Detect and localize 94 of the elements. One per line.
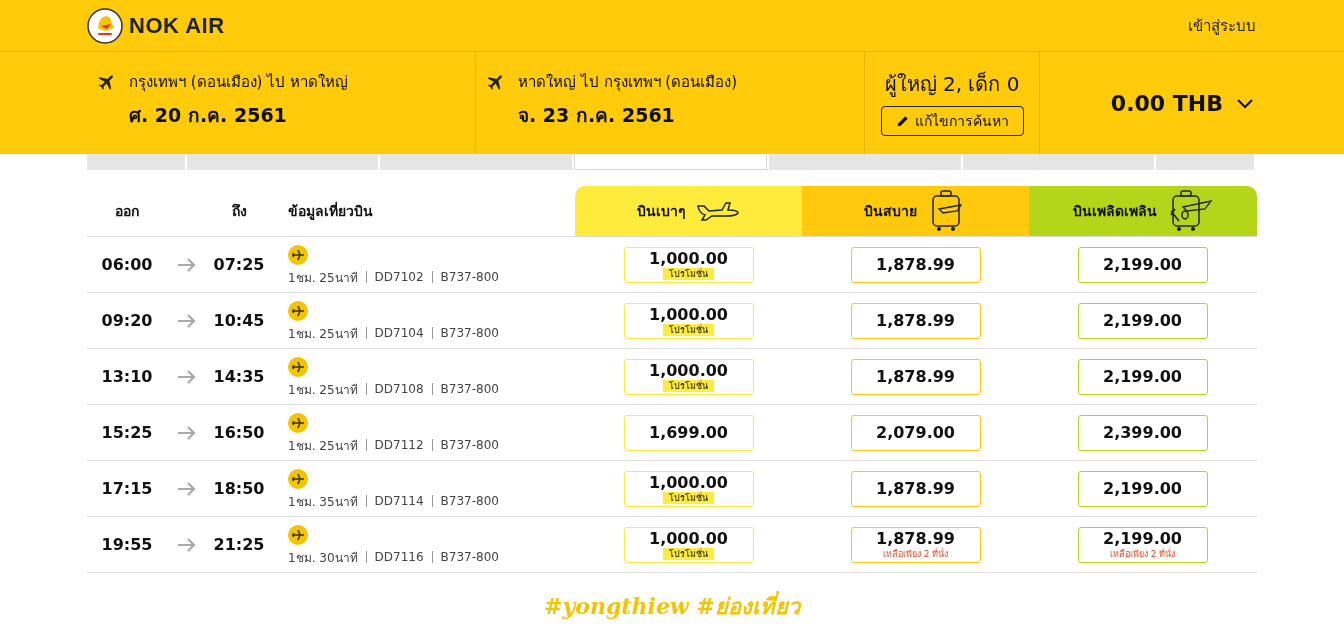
flight-number: DD7114 (374, 494, 424, 508)
passenger-summary: ผู้ใหญ่ 2, เด็ก 0 (884, 70, 1020, 99)
promotion-tag: โปรโมชั่น (663, 547, 714, 560)
flight-duration: 1ชม. 30นาที (288, 549, 358, 567)
fare-price-button[interactable]: 2,199.00 (1077, 246, 1208, 283)
brand-name[interactable]: NOK AIR (129, 12, 225, 39)
aircraft-type: B737-800 (440, 382, 499, 396)
arrival-time: 10:45 (212, 311, 266, 330)
arrival-time: 14:35 (212, 367, 266, 386)
right-arrow-icon (177, 256, 197, 273)
date-tab[interactable] (573, 154, 768, 170)
flight-duration: 1ชม. 35นาที (288, 493, 358, 511)
arrival-time: 16:50 (212, 423, 266, 442)
right-arrow-icon (177, 312, 197, 329)
fare-price-button[interactable]: 1,878.99 (850, 470, 981, 507)
fare-price-button[interactable]: 1,000.00 โปรโมชั่น (623, 358, 754, 395)
date-tab[interactable] (87, 154, 185, 170)
fare-price-button[interactable]: 1,000.00 โปรโมชั่น (623, 526, 754, 563)
fare-price-button[interactable]: 1,878.99 เหลือเพียง 2 ที่นั่ง (850, 526, 981, 563)
arrival-time: 07:25 (212, 255, 266, 274)
fare-price-button[interactable]: 1,878.99 (850, 246, 981, 283)
bird-logo-icon[interactable] (87, 7, 123, 44)
login-link[interactable]: เข้าสู่ระบบ (1188, 13, 1256, 38)
flight-number: DD7104 (374, 326, 424, 340)
promotion-tag: โปรโมชั่น (663, 491, 714, 504)
flight-duration: 1ชม. 25นาที (288, 381, 358, 399)
date-tab[interactable] (187, 154, 379, 170)
promotion-tag: โปรโมชั่น (663, 379, 714, 392)
airplane-badge-icon (288, 244, 308, 265)
aircraft-type: B737-800 (440, 326, 499, 340)
fare-price-button[interactable]: 2,199.00 (1077, 302, 1208, 339)
flight-duration: 1ชม. 25นาที (288, 437, 358, 455)
fare-price-button[interactable]: 1,000.00 โปรโมชั่น (623, 302, 754, 339)
seats-left-note: เหลือเพียง 2 ที่นั่ง (882, 547, 949, 560)
airplane-badge-icon (288, 468, 308, 489)
seats-left-note: เหลือเพียง 2 ที่นั่ง (1109, 547, 1176, 560)
flight-number: DD7108 (374, 382, 424, 396)
arrival-time: 21:25 (212, 535, 266, 554)
flight-number: DD7116 (374, 550, 424, 564)
date-tab[interactable] (962, 154, 1155, 170)
fare-price-button[interactable]: 1,878.99 (850, 358, 981, 395)
hashtag-tagline: #yongthiew #ย่องเที่ยว (543, 590, 803, 621)
departure-time: 17:15 (100, 479, 154, 498)
total-price[interactable]: 0.00 THB (1110, 90, 1223, 116)
trip-date: ศ. 20 ก.ค. 2561 (129, 103, 288, 128)
airplane-badge-icon (288, 412, 308, 433)
trip-route: หาดใหญ่ ไป กรุงเทพฯ (ดอนเมือง) (518, 72, 737, 94)
fare-price-button[interactable]: 1,699.00 (623, 414, 754, 451)
fare-price-button[interactable]: 2,199.00 เหลือเพียง 2 ที่นั่ง (1077, 526, 1208, 563)
fare-price-button[interactable]: 1,878.99 (850, 302, 981, 339)
column-header: ข้อมูลเที่ยวบิน (288, 200, 374, 222)
column-header: ถึง (230, 202, 248, 221)
flight-duration: 1ชม. 25นาที (288, 269, 358, 287)
suitcase-with-cutlery-icon (1167, 189, 1213, 233)
trip-route: กรุงเทพฯ (ดอนเมือง) ไป หาดใหญ่ (129, 72, 348, 94)
departure-time: 09:20 (100, 311, 154, 330)
departure-time: 19:55 (100, 535, 154, 554)
fare-class-label: บินเบาๆ (637, 202, 686, 221)
departure-time: 13:10 (100, 367, 154, 386)
date-tab[interactable] (1156, 154, 1255, 170)
aircraft-type: B737-800 (440, 438, 499, 452)
airplane-outline-icon (696, 200, 740, 222)
departure-time: 15:25 (100, 423, 154, 442)
aircraft-type: B737-800 (440, 494, 499, 508)
trip-date: จ. 23 ก.ค. 2561 (518, 103, 676, 128)
fare-class-label: บินเพลิดเพลิน (1073, 202, 1157, 221)
promotion-tag: โปรโมชั่น (663, 267, 714, 280)
flight-number: DD7102 (374, 270, 424, 284)
date-tab[interactable] (380, 154, 572, 170)
edit-search-button[interactable]: แก้ไขการค้นหา (880, 106, 1024, 136)
right-arrow-icon (177, 536, 197, 553)
fare-class-label: บินสบาย (864, 202, 917, 221)
departure-time: 06:00 (100, 255, 154, 274)
pencil-icon (895, 114, 910, 128)
right-arrow-icon (177, 368, 197, 385)
flight-number: DD7112 (374, 438, 424, 452)
arrival-time: 18:50 (212, 479, 266, 498)
column-header: ออก (114, 202, 140, 221)
aircraft-type: B737-800 (440, 550, 499, 564)
right-arrow-icon (177, 480, 197, 497)
fare-price-button[interactable]: 2,399.00 (1077, 414, 1208, 451)
date-tab[interactable] (769, 154, 961, 170)
airplane-badge-icon (288, 356, 308, 377)
aircraft-type: B737-800 (440, 270, 499, 284)
fare-price-button[interactable]: 2,199.00 (1077, 470, 1208, 507)
flight-duration: 1ชม. 25นาที (288, 325, 358, 343)
fare-price-button[interactable]: 2,199.00 (1077, 358, 1208, 395)
fare-price-button[interactable]: 1,000.00 โปรโมชั่น (623, 470, 754, 507)
fare-price-button[interactable]: 2,079.00 (850, 414, 981, 451)
right-arrow-icon (177, 424, 197, 441)
fare-price-button[interactable]: 1,000.00 โปรโมชั่น (623, 246, 754, 283)
airplane-badge-icon (288, 524, 308, 545)
airplane-badge-icon (288, 300, 308, 321)
promotion-tag: โปรโมชั่น (663, 323, 714, 336)
